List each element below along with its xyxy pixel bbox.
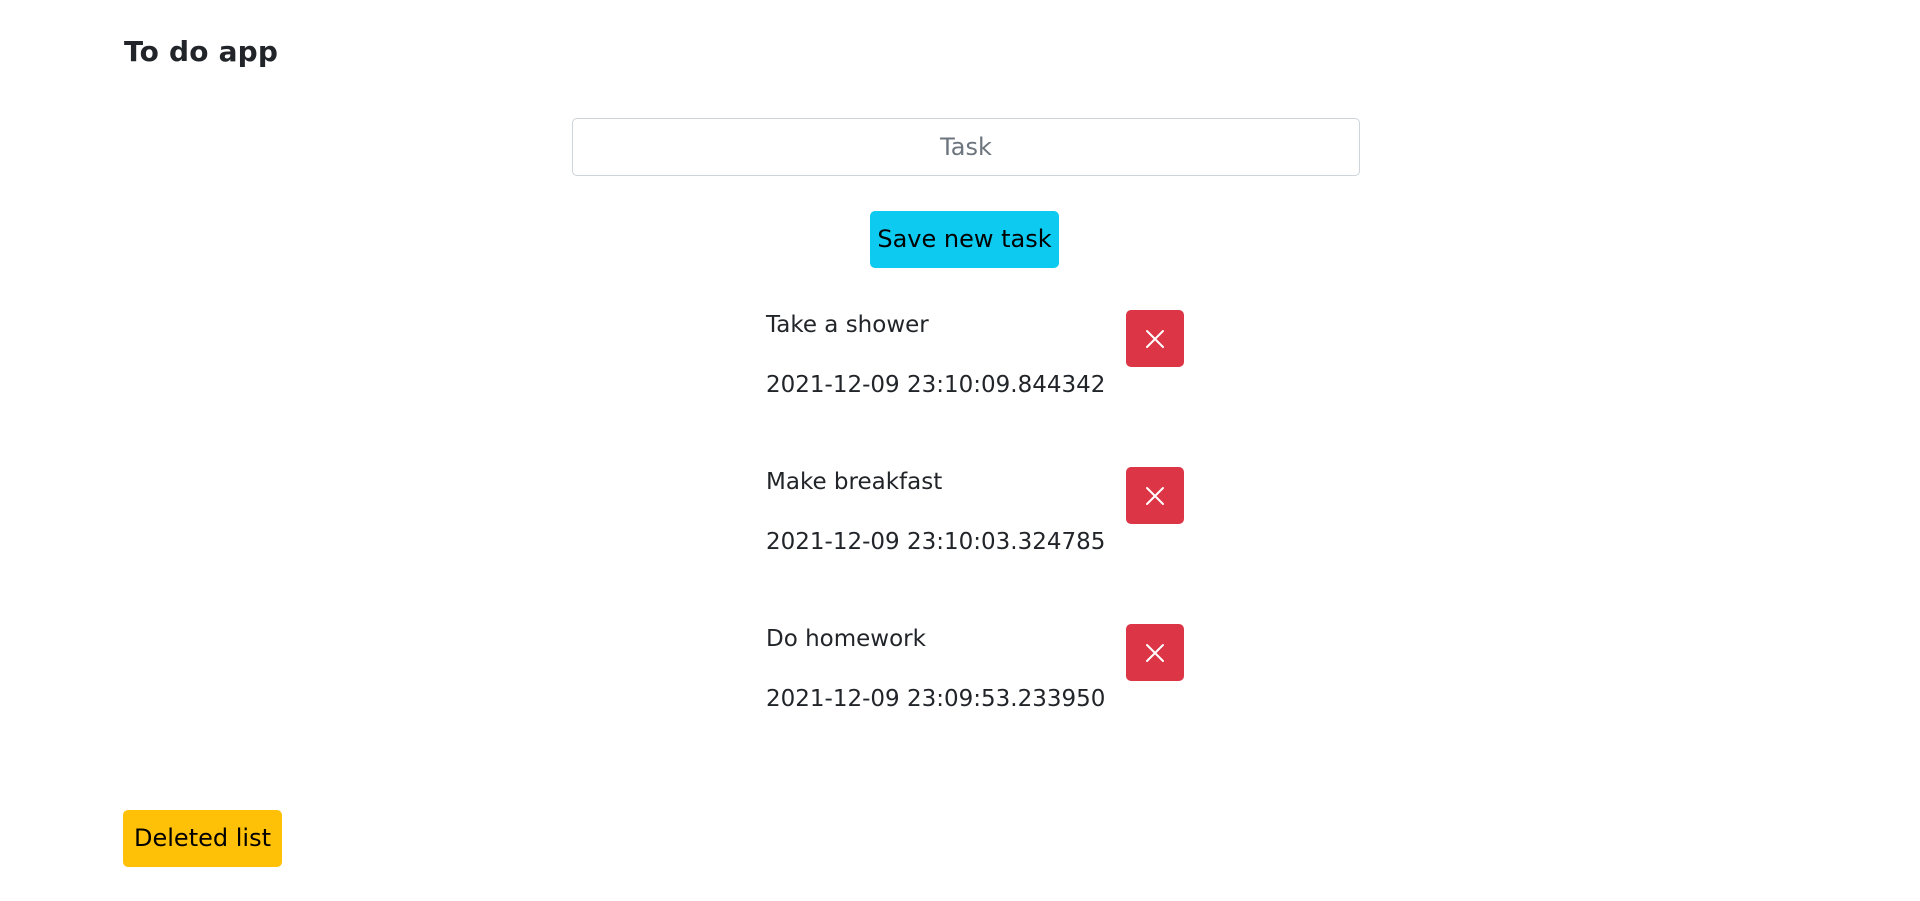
close-icon bbox=[1146, 329, 1164, 348]
task-item: Do homework 2021-12-09 23:09:53.233950 bbox=[766, 624, 1186, 744]
delete-task-button[interactable] bbox=[1126, 310, 1184, 367]
task-timestamp: 2021-12-09 23:10:03.324785 bbox=[766, 529, 1106, 555]
save-task-button[interactable]: Save new task bbox=[870, 211, 1059, 268]
close-icon bbox=[1146, 643, 1164, 662]
close-icon bbox=[1146, 486, 1164, 505]
task-timestamp: 2021-12-09 23:09:53.233950 bbox=[766, 686, 1106, 712]
delete-task-button[interactable] bbox=[1126, 624, 1184, 681]
task-name: Do homework bbox=[766, 626, 926, 652]
task-timestamp: 2021-12-09 23:10:09.844342 bbox=[766, 372, 1106, 398]
task-item: Make breakfast 2021-12-09 23:10:03.32478… bbox=[766, 467, 1186, 587]
task-name: Take a shower bbox=[766, 312, 929, 338]
task-name: Make breakfast bbox=[766, 469, 943, 495]
task-item: Take a shower 2021-12-09 23:10:09.844342 bbox=[766, 310, 1186, 430]
deleted-list-button[interactable]: Deleted list bbox=[123, 810, 282, 867]
delete-task-button[interactable] bbox=[1126, 467, 1184, 524]
page-title: To do app bbox=[124, 35, 279, 68]
task-input[interactable] bbox=[572, 118, 1360, 176]
